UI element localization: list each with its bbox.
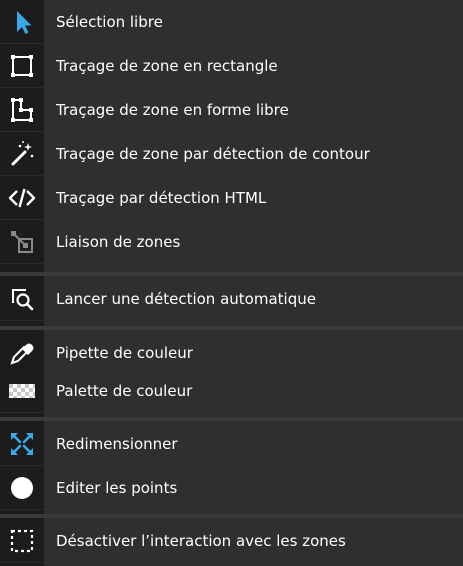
circle-point-icon <box>0 466 44 510</box>
link-zones-icon <box>0 220 44 264</box>
menu-item-label: Palette de couleur <box>56 382 193 400</box>
menu-item-label: Traçage de zone en rectangle <box>56 57 278 75</box>
menu-item-edit-points[interactable]: Editer les points <box>0 466 463 510</box>
menu-item-link-zones[interactable]: Liaison de zones <box>0 220 463 264</box>
menu-item-rectangle-zone[interactable]: Traçage de zone en rectangle <box>0 44 463 88</box>
separator <box>0 417 463 421</box>
rectangle-icon <box>0 44 44 88</box>
menu-item-label: Désactiver l’interaction avec les zones <box>56 532 346 550</box>
code-tag-icon <box>0 176 44 220</box>
menu-item-contour-detection[interactable]: Traçage de zone par détection de contour <box>0 132 463 176</box>
menu-item-label: Sélection libre <box>56 13 163 31</box>
menu-item-auto-detection[interactable]: Lancer une détection automatique <box>0 277 463 321</box>
menu-item-freeform-zone[interactable]: Traçage de zone en forme libre <box>0 88 463 132</box>
cursor-arrow-icon <box>0 0 44 44</box>
magic-wand-icon <box>0 132 44 176</box>
separator <box>0 326 463 330</box>
dashed-rectangle-icon <box>0 519 44 563</box>
checkerboard-palette-icon <box>0 369 44 413</box>
menu-item-label: Traçage par détection HTML <box>56 189 267 207</box>
menu-item-label: Liaison de zones <box>56 233 181 251</box>
search-zone-icon <box>0 277 44 321</box>
menu-item-label: Traçage de zone en forme libre <box>56 101 289 119</box>
menu-item-resize[interactable]: Redimensionner <box>0 422 463 466</box>
freeform-polygon-icon <box>0 88 44 132</box>
menu-item-color-palette[interactable]: Palette de couleur <box>0 369 463 413</box>
menu-item-free-selection[interactable]: Sélection libre <box>0 0 463 44</box>
menu-item-disable-zone-interaction[interactable]: Désactiver l’interaction avec les zones <box>0 519 463 563</box>
separator <box>0 272 463 276</box>
resize-arrows-icon <box>0 422 44 466</box>
menu-item-label: Editer les points <box>56 479 178 497</box>
separator <box>0 514 463 518</box>
menu-item-label: Traçage de zone par détection de contour <box>56 145 370 163</box>
menu-item-label: Redimensionner <box>56 435 178 453</box>
menu-item-html-detection[interactable]: Traçage par détection HTML <box>0 176 463 220</box>
menu-item-label: Lancer une détection automatique <box>56 290 316 308</box>
